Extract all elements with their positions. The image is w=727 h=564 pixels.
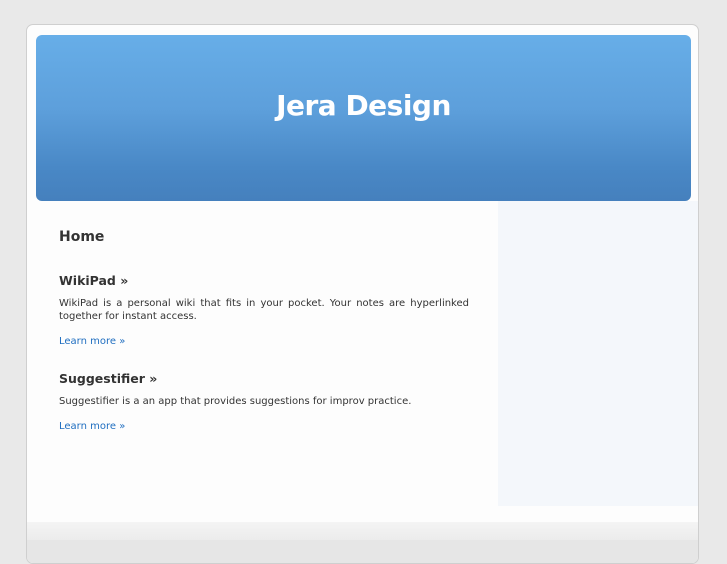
entry-suggestifier: Suggestifier » Suggestifier is a an app … — [59, 371, 469, 434]
learn-more-link-wikipad[interactable]: Learn more » — [59, 336, 125, 347]
main-content: Home WikiPad » WikiPad is a personal wik… — [59, 229, 469, 456]
footer-strip — [27, 540, 698, 563]
learn-more-link-suggestifier[interactable]: Learn more » — [59, 421, 125, 432]
site-header: Jera Design — [36, 35, 691, 201]
entry-wikipad: WikiPad » WikiPad is a personal wiki tha… — [59, 273, 469, 349]
entry-description-suggestifier: Suggestifier is a an app that provides s… — [59, 396, 412, 407]
entry-title-wikipad[interactable]: WikiPad » — [59, 273, 469, 288]
entry-title-suggestifier[interactable]: Suggestifier » — [59, 371, 469, 386]
entry-description-wikipad: WikiPad is a personal wiki that fits in … — [59, 298, 469, 322]
footer-band — [27, 522, 698, 540]
sidebar — [498, 201, 698, 506]
page-container: Jera Design Home WikiPad » WikiPad is a … — [26, 24, 699, 564]
site-title[interactable]: Jera Design — [276, 89, 451, 122]
page-title: Home — [59, 229, 105, 245]
